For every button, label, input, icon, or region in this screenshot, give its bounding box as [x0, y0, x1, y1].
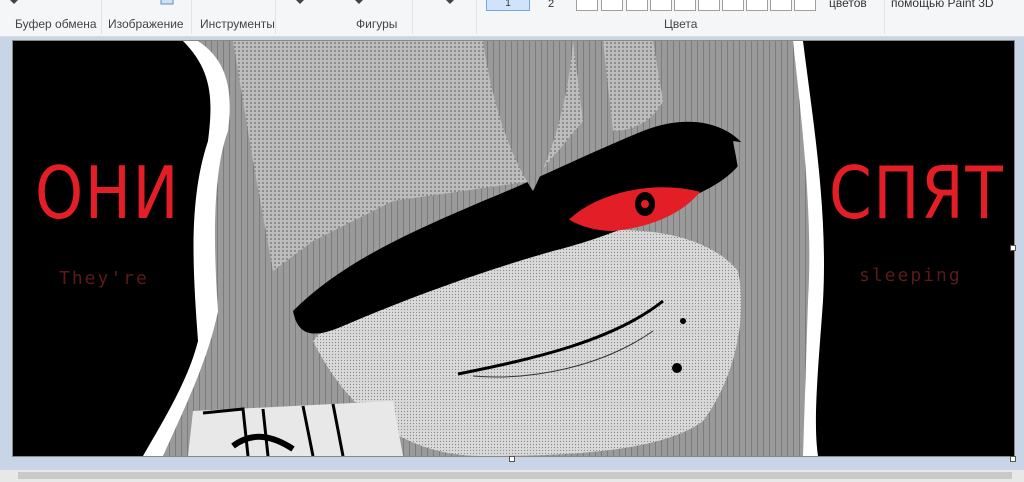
separator [101, 0, 102, 34]
palette-swatch[interactable] [674, 0, 696, 11]
left-subtitle-text: They're [59, 268, 149, 289]
color-1-label: 1 [505, 0, 511, 9]
palette-swatch[interactable] [601, 0, 623, 11]
image-canvas[interactable]: ОНИ They're СПЯТ sleeping [12, 40, 1015, 457]
palette-swatch[interactable] [746, 0, 768, 11]
separator [412, 0, 413, 34]
right-title-text: СПЯТ [829, 151, 1005, 235]
resize-handle-bottom[interactable] [509, 456, 515, 462]
group-label-shapes: Фигуры [356, 17, 398, 31]
separator [191, 0, 192, 34]
right-subtitle-text: sleeping [859, 265, 962, 286]
palette-swatch[interactable] [722, 0, 744, 11]
palette-swatch[interactable] [770, 0, 792, 11]
group-label-image: Изображение [108, 17, 184, 31]
color-2-label[interactable]: 2 [548, 0, 554, 10]
palette-swatch[interactable] [626, 0, 648, 11]
palette-swatch[interactable] [576, 0, 598, 11]
canvas-artwork [143, 41, 824, 456]
canvas-workspace: ОНИ They're СПЯТ sleeping [0, 37, 1024, 482]
horizontal-scrollbar-thumb[interactable] [18, 472, 1012, 479]
resize-handle-corner[interactable] [1010, 456, 1016, 462]
separator [884, 0, 885, 34]
edit-colors-button[interactable]: цветов [829, 0, 867, 10]
outline-dropdown-icon[interactable] [296, 0, 304, 4]
palette-swatch[interactable] [698, 0, 720, 11]
group-label-colors: Цвета [664, 17, 698, 31]
group-label-tools: Инструменты [200, 17, 275, 31]
edit-with-paint3d-button[interactable]: помощью Paint 3D [891, 0, 994, 10]
group-label-clipboard: Буфер обмена [15, 17, 97, 31]
resize-handle-right[interactable] [1010, 245, 1016, 251]
fill-dropdown-icon[interactable] [355, 0, 363, 4]
separator [275, 0, 276, 34]
left-title-text: ОНИ [35, 151, 181, 235]
palette-swatch[interactable] [794, 0, 816, 11]
size-dropdown-icon[interactable] [446, 0, 454, 4]
paste-dropdown-icon[interactable] [10, 0, 18, 4]
select-icon[interactable] [160, 0, 174, 6]
separator [476, 0, 477, 34]
ribbon: Буфер обмена Изображение Инструменты Фиг… [0, 0, 1024, 37]
color-1-button[interactable]: 1 [486, 0, 530, 11]
palette-swatch[interactable] [650, 0, 672, 11]
